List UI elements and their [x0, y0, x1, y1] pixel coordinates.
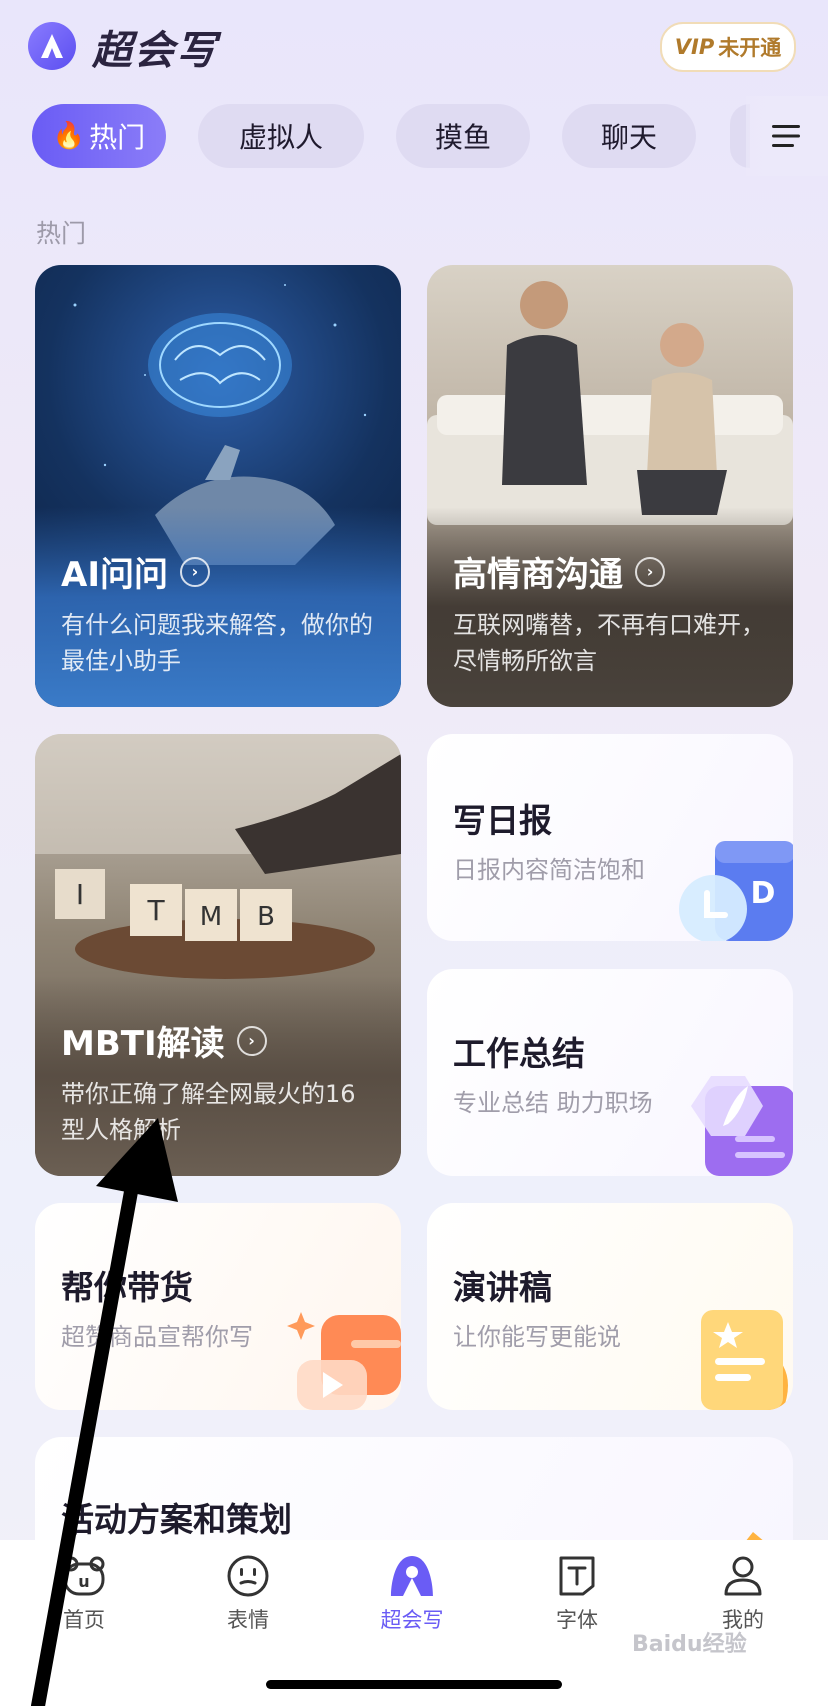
annotation-arrow: [31, 1118, 178, 1706]
home-indicator: [266, 1680, 562, 1689]
